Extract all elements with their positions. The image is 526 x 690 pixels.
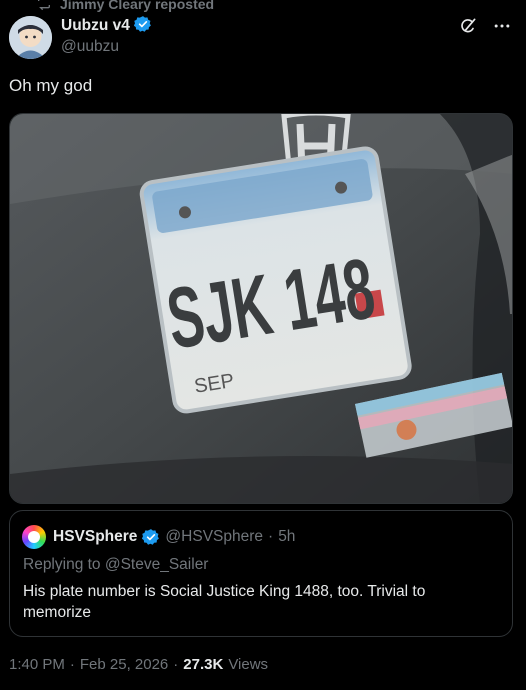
replying-to[interactable]: Replying to @Steve_Sailer <box>23 556 208 574</box>
post-actions <box>458 16 512 36</box>
license-plate: SJK 148 SEP <box>139 146 412 414</box>
author-handle[interactable]: @uubzu <box>61 38 152 56</box>
views-count[interactable]: 27.3K <box>183 656 223 673</box>
tweet-media-image[interactable]: SJK 148 SEP <box>9 113 513 504</box>
repost-icon <box>36 0 52 14</box>
author-name[interactable]: Uubzu v4 <box>61 17 130 35</box>
post-meta: 1:40 PM · Feb 25, 2026 · 27.3K Views <box>9 656 268 673</box>
quoted-post-time[interactable]: 5h <box>278 528 295 546</box>
author-block: Uubzu v4 @uubzu <box>61 15 152 56</box>
views-label: Views <box>228 656 269 673</box>
quoted-author-name[interactable]: HSVSphere <box>53 528 137 546</box>
verified-badge-icon <box>142 528 160 546</box>
quoted-author-handle[interactable]: @HSVSphere <box>165 528 263 546</box>
more-icon[interactable] <box>492 16 512 36</box>
quoted-avatar[interactable] <box>22 525 46 549</box>
post-time[interactable]: 1:40 PM <box>9 656 65 673</box>
separator: · <box>268 528 274 545</box>
repost-indicator[interactable]: Jimmy Cleary reposted <box>36 0 214 12</box>
quoted-post-text: His plate number is Social Justice King … <box>23 583 426 621</box>
repost-label: Jimmy Cleary reposted <box>60 0 215 12</box>
quoted-post-card[interactable]: HSVSphere @HSVSphere · 5h Replying to @S… <box>9 510 513 637</box>
verified-badge-icon <box>133 15 152 38</box>
tweet-text: Oh my god <box>9 76 93 95</box>
separator: · <box>69 656 75 673</box>
quoted-post-header: HSVSphere @HSVSphere · 5h <box>22 525 295 549</box>
avatar[interactable] <box>9 16 52 59</box>
grok-icon[interactable] <box>458 16 478 36</box>
post-date[interactable]: Feb 25, 2026 <box>80 656 168 673</box>
separator: · <box>173 656 179 673</box>
